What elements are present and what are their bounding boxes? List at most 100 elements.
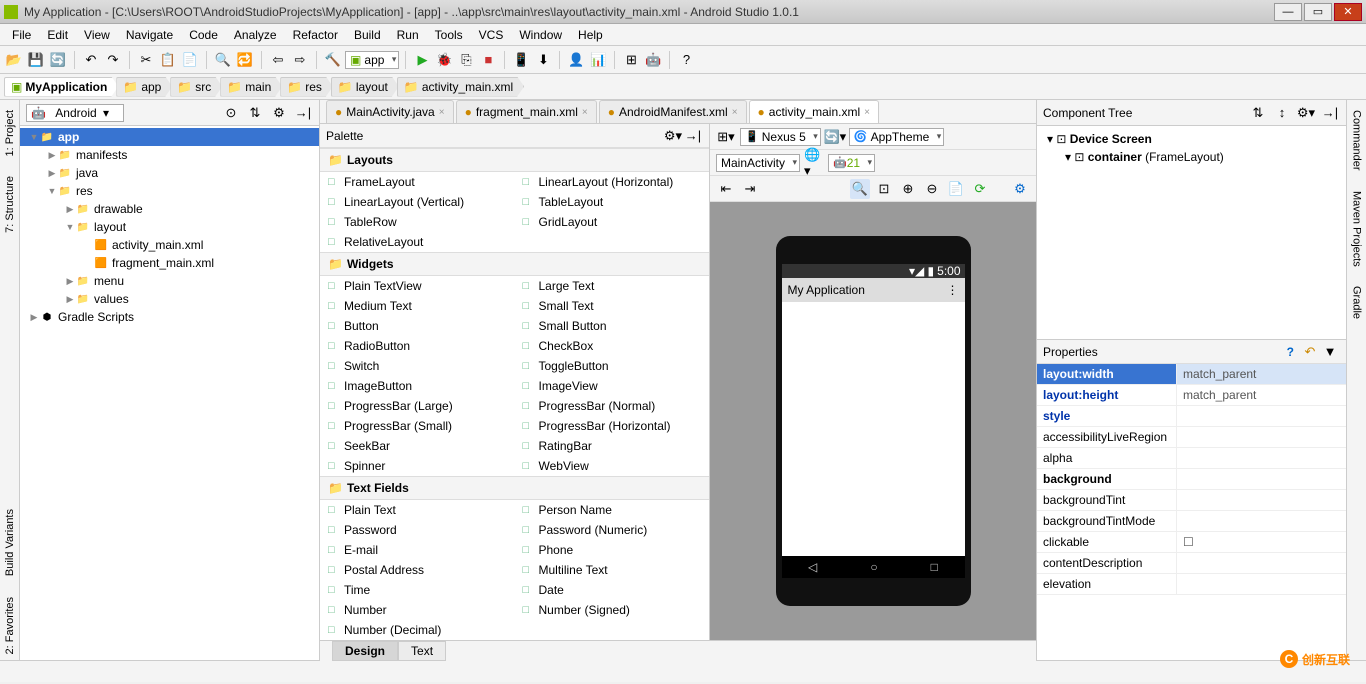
tree-item[interactable]: ▼📁res — [20, 182, 319, 200]
toggle-left-icon[interactable]: ⇤ — [716, 179, 736, 199]
palette-item[interactable]: Number (Decimal) — [320, 620, 515, 640]
tab-gradle[interactable]: Gradle — [1349, 280, 1365, 325]
locale-icon[interactable]: 🌐▾ — [804, 153, 824, 173]
palette-item[interactable]: RelativeLayout — [320, 232, 515, 252]
close-button[interactable]: ✕ — [1334, 3, 1362, 21]
breadcrumb-item[interactable]: 📁 activity_main.xml — [397, 77, 524, 97]
component-item[interactable]: ▾ ⊡ container (FrameLayout) — [1041, 148, 1342, 166]
tree-item[interactable]: ▶⬢Gradle Scripts — [20, 308, 319, 326]
palette-group[interactable]: 📁 Widgets — [320, 252, 709, 276]
close-icon[interactable]: × — [439, 107, 445, 118]
property-row[interactable]: layout:widthmatch_parent — [1037, 364, 1346, 385]
tab-text[interactable]: Text — [398, 641, 446, 661]
menu-code[interactable]: Code — [181, 28, 226, 42]
palette-item[interactable]: Phone — [515, 540, 710, 560]
palette-item[interactable]: FrameLayout — [320, 172, 515, 192]
ct-gear-icon[interactable]: ⚙▾ — [1296, 103, 1316, 123]
tree-item[interactable]: ▶📁drawable — [20, 200, 319, 218]
palette-item[interactable]: Medium Text — [320, 296, 515, 316]
property-row[interactable]: style — [1037, 406, 1346, 427]
property-row[interactable]: backgroundTint — [1037, 490, 1346, 511]
palette-group[interactable]: 📁 Text Fields — [320, 476, 709, 500]
attach-icon[interactable]: ⎘ — [456, 50, 476, 70]
refresh-icon[interactable]: ⟳ — [970, 179, 990, 199]
breadcrumb-item[interactable]: ▣ MyApplication — [4, 77, 118, 97]
menu-edit[interactable]: Edit — [39, 28, 76, 42]
palette-item[interactable]: TableRow — [320, 212, 515, 232]
property-row[interactable]: layout:heightmatch_parent — [1037, 385, 1346, 406]
avd-icon[interactable]: 📱 — [511, 50, 531, 70]
close-icon[interactable]: × — [864, 107, 870, 118]
property-row[interactable]: alpha — [1037, 448, 1346, 469]
palette-group[interactable]: 📁 Layouts — [320, 148, 709, 172]
palette-item[interactable]: ToggleButton — [515, 356, 710, 376]
palette-item[interactable]: Postal Address — [320, 560, 515, 580]
palette-item[interactable]: WebView — [515, 456, 710, 476]
project-tree[interactable]: ▼📁app▶📁manifests▶📁java▼📁res▶📁drawable▼📁l… — [20, 126, 319, 660]
run-icon[interactable]: ▶ — [412, 50, 432, 70]
editor-tab[interactable]: ● fragment_main.xml × — [456, 100, 597, 123]
theme-combo[interactable]: 🌀 AppTheme — [849, 128, 944, 146]
palette-item[interactable]: E-mail — [320, 540, 515, 560]
props-reset-icon[interactable]: ↶ — [1300, 342, 1320, 362]
redo-icon[interactable]: ↷ — [103, 50, 123, 70]
palette-item[interactable]: Small Text — [515, 296, 710, 316]
save-icon[interactable]: 💾 — [26, 50, 46, 70]
forward-icon[interactable]: ⇨ — [290, 50, 310, 70]
ct-hide-icon[interactable]: →| — [1320, 103, 1340, 123]
palette-item[interactable]: Switch — [320, 356, 515, 376]
menu-build[interactable]: Build — [346, 28, 389, 42]
palette-item[interactable]: ProgressBar (Small) — [320, 416, 515, 436]
property-row[interactable]: background — [1037, 469, 1346, 490]
zoom-actual-icon[interactable]: ⊡ — [874, 179, 894, 199]
palette-item[interactable]: Person Name — [515, 500, 710, 520]
hide-icon[interactable]: →| — [293, 103, 313, 123]
palette-item[interactable]: Button — [320, 316, 515, 336]
palette-item[interactable]: Date — [515, 580, 710, 600]
palette-item[interactable]: ImageButton — [320, 376, 515, 396]
stop-icon[interactable]: ■ — [478, 50, 498, 70]
find-icon[interactable]: 🔍 — [213, 50, 233, 70]
menu-analyze[interactable]: Analyze — [226, 28, 285, 42]
run-config-combo[interactable]: ▣ app — [345, 51, 399, 69]
property-row[interactable]: contentDescription — [1037, 553, 1346, 574]
ct-collapse-icon[interactable]: ↕ — [1272, 103, 1292, 123]
device-combo[interactable]: 📱 Nexus 5 — [740, 128, 821, 146]
breadcrumb-item[interactable]: 📁 app — [116, 77, 172, 97]
palette-item[interactable]: RadioButton — [320, 336, 515, 356]
palette-hide-icon[interactable]: →| — [683, 126, 703, 146]
orientation-icon[interactable]: 🔄▾ — [825, 127, 845, 147]
paste-icon[interactable]: 📄 — [180, 50, 200, 70]
breadcrumb-item[interactable]: 📁 main — [220, 77, 282, 97]
ddms-icon[interactable]: 👤 — [566, 50, 586, 70]
palette-item[interactable]: ProgressBar (Normal) — [515, 396, 710, 416]
screenshot-icon[interactable]: 📄 — [946, 179, 966, 199]
tree-item[interactable]: ▶📁values — [20, 290, 319, 308]
tab-design[interactable]: Design — [332, 641, 398, 661]
palette-item[interactable]: Password — [320, 520, 515, 540]
palette-item[interactable]: GridLayout — [515, 212, 710, 232]
undo-icon[interactable]: ↶ — [81, 50, 101, 70]
collapse-icon[interactable]: ⊙ — [221, 103, 241, 123]
activity-combo[interactable]: MainActivity — [716, 154, 800, 172]
debug-icon[interactable]: 🐞 — [434, 50, 454, 70]
palette-item[interactable]: Plain Text — [320, 500, 515, 520]
palette-item[interactable]: LinearLayout (Vertical) — [320, 192, 515, 212]
menu-help[interactable]: Help — [570, 28, 611, 42]
breadcrumb-item[interactable]: 📁 res — [280, 77, 333, 97]
breadcrumb-item[interactable]: 📁 layout — [331, 77, 399, 97]
palette-item[interactable]: Time — [320, 580, 515, 600]
gear-icon[interactable]: ⚙ — [269, 103, 289, 123]
maximize-button[interactable]: ▭ — [1304, 3, 1332, 21]
tab-maven[interactable]: Maven Projects — [1349, 185, 1365, 273]
menu-file[interactable]: File — [4, 28, 39, 42]
make-icon[interactable]: 🔨 — [323, 50, 343, 70]
palette-item[interactable]: Spinner — [320, 456, 515, 476]
tree-item[interactable]: 🟧fragment_main.xml — [20, 254, 319, 272]
open-icon[interactable]: 📂 — [4, 50, 24, 70]
palette-item[interactable]: ImageView — [515, 376, 710, 396]
tree-item[interactable]: ▶📁manifests — [20, 146, 319, 164]
tab-structure[interactable]: 7: Structure — [2, 170, 18, 239]
menu-view[interactable]: View — [76, 28, 118, 42]
menu-refactor[interactable]: Refactor — [285, 28, 346, 42]
